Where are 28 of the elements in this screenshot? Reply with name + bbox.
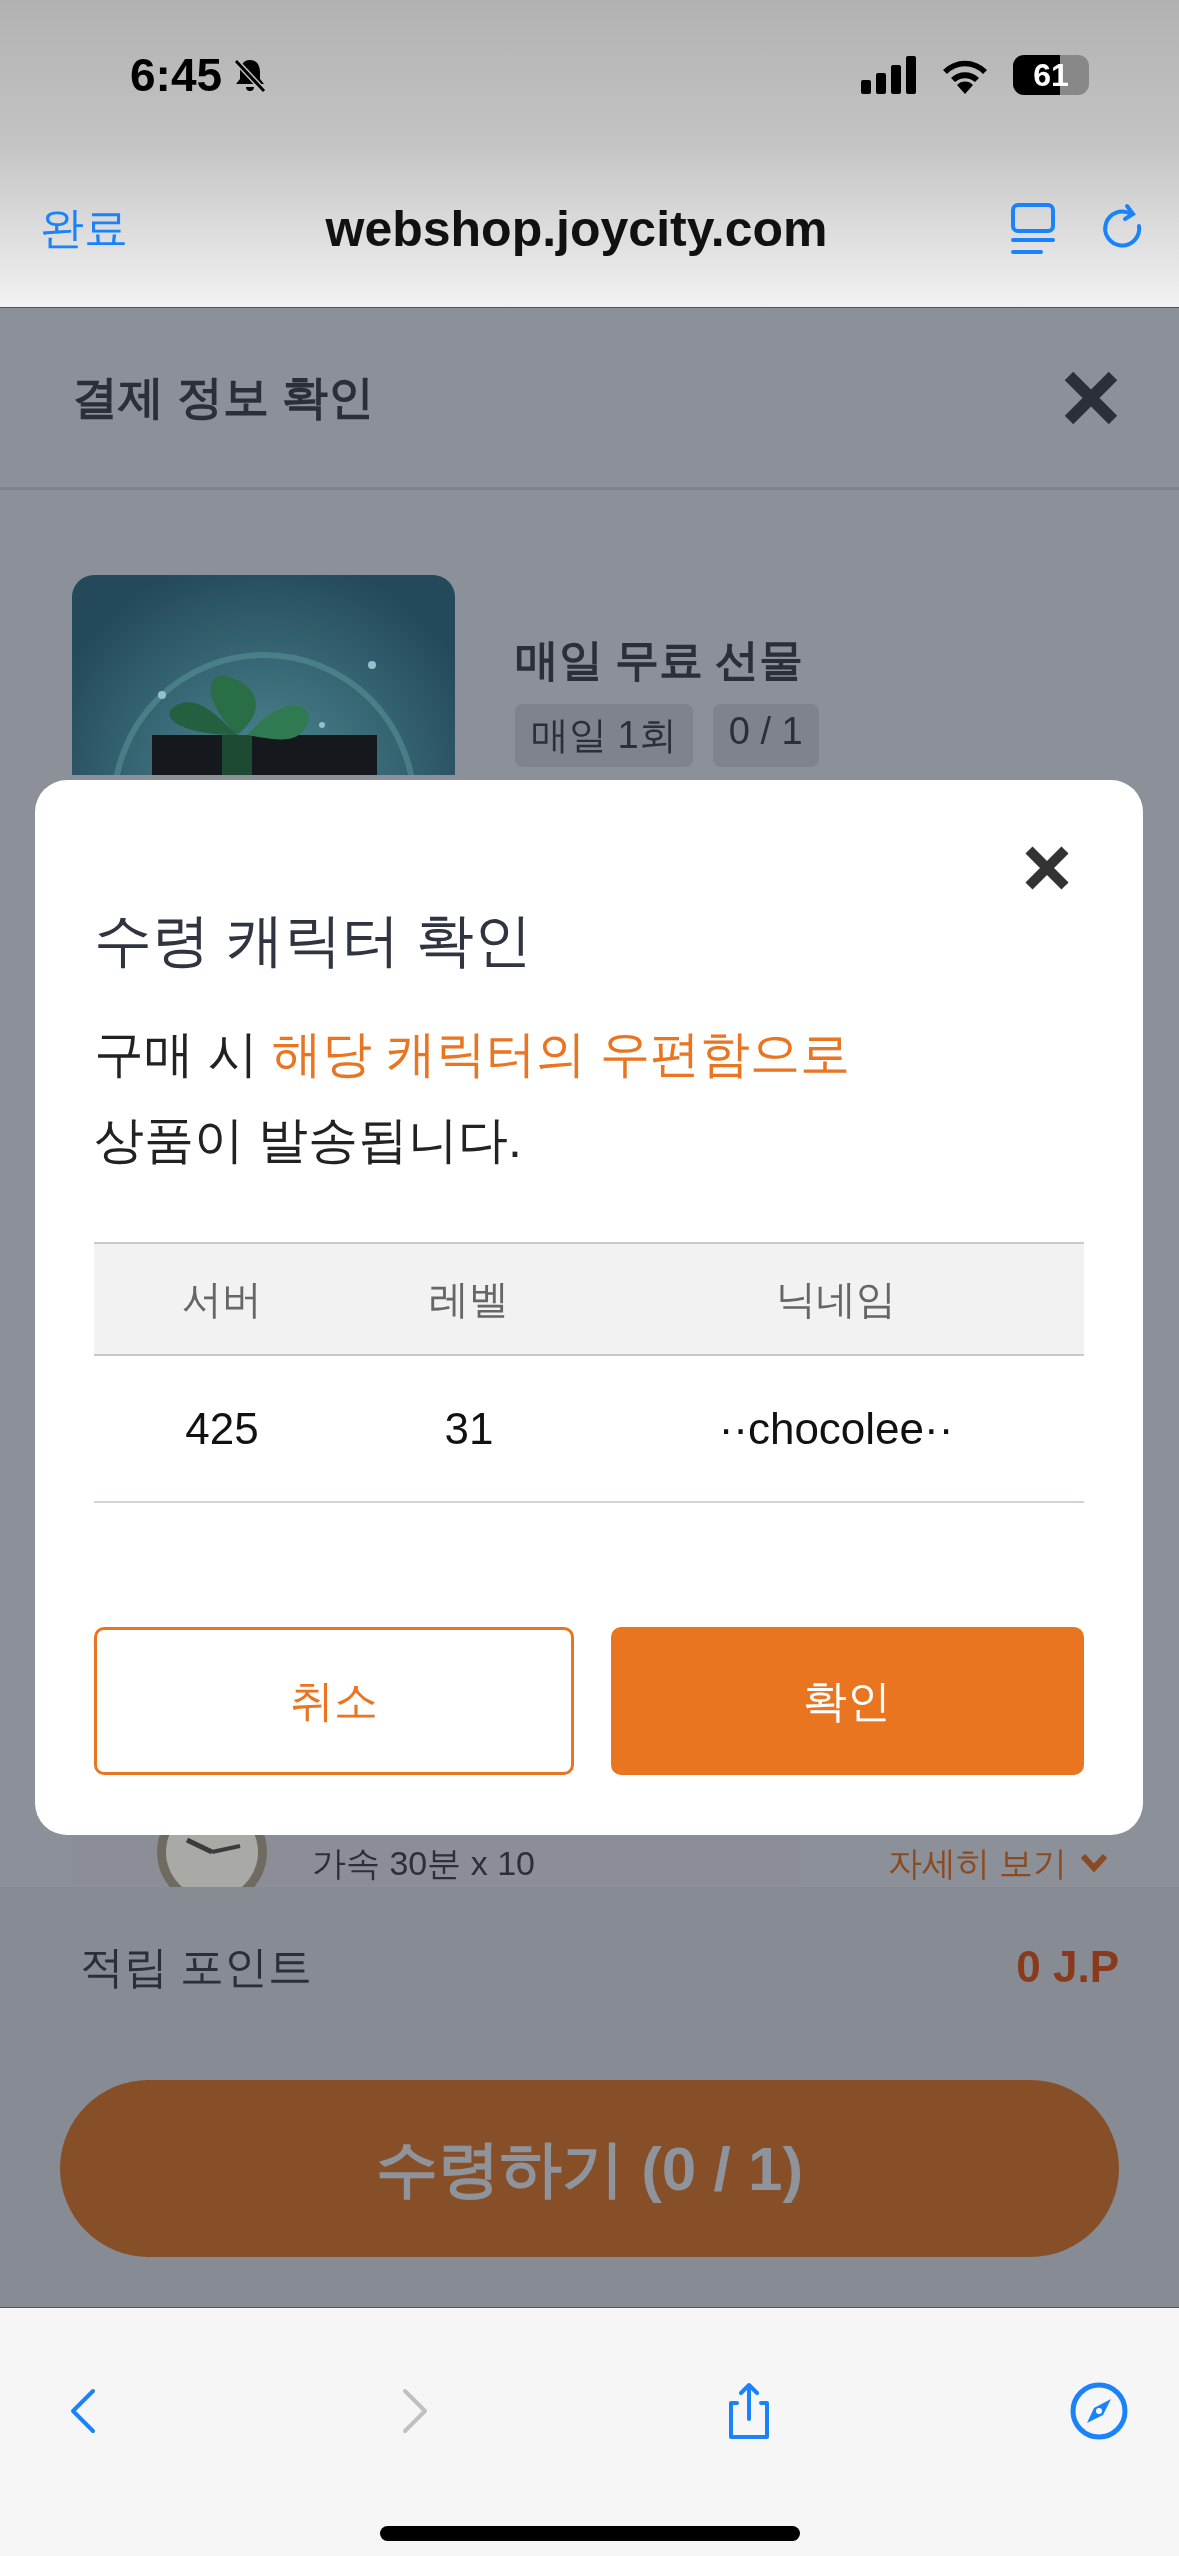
product-name: 매일 무료 선물 [515,634,805,686]
detail-link[interactable]: 자세히 보기 [887,1843,1107,1883]
close-icon[interactable] [1024,845,1070,891]
clock-time: 6:45 [130,48,223,102]
tag-label: 매일 1회 [515,704,693,767]
signal-icon [861,56,917,94]
column-header: 레벨 [350,1243,588,1355]
battery-indicator: 61 [1013,55,1089,95]
points-label: 적립 포인트 [80,1940,313,1993]
dialog-title: 수령 캐릭터 확인 [94,906,534,974]
page-title: 결제 정보 확인 [72,369,374,425]
table-cell: 425 [94,1355,350,1502]
caret-icon [1081,1854,1107,1872]
cancel-button[interactable]: 취소 [94,1627,574,1775]
reader-icon[interactable] [1009,201,1057,256]
confirm-button[interactable]: 확인 [610,1627,1084,1775]
item-text: 가속 30분 x 10 [312,1843,535,1883]
compass-icon[interactable] [1069,2380,1129,2442]
column-header: 닉네임 [588,1243,1084,1355]
dialog-message: 구매 시 해당 캐릭터의 우편함으로 상품이 발송됩니다. [94,1025,851,1170]
url-text: webshop.joycity.com [324,199,829,258]
table-cell: ··chocolee·· [588,1355,1084,1502]
claim-button[interactable]: 수령하기 (0 / 1) [60,2080,1119,2257]
tag-label: 0 / 1 [712,704,819,767]
table-cell: 31 [350,1355,588,1502]
done-button[interactable]: 완료 [40,199,128,258]
column-header: 서버 [94,1243,350,1355]
points-value: 0 J.P [1016,1942,1119,1992]
